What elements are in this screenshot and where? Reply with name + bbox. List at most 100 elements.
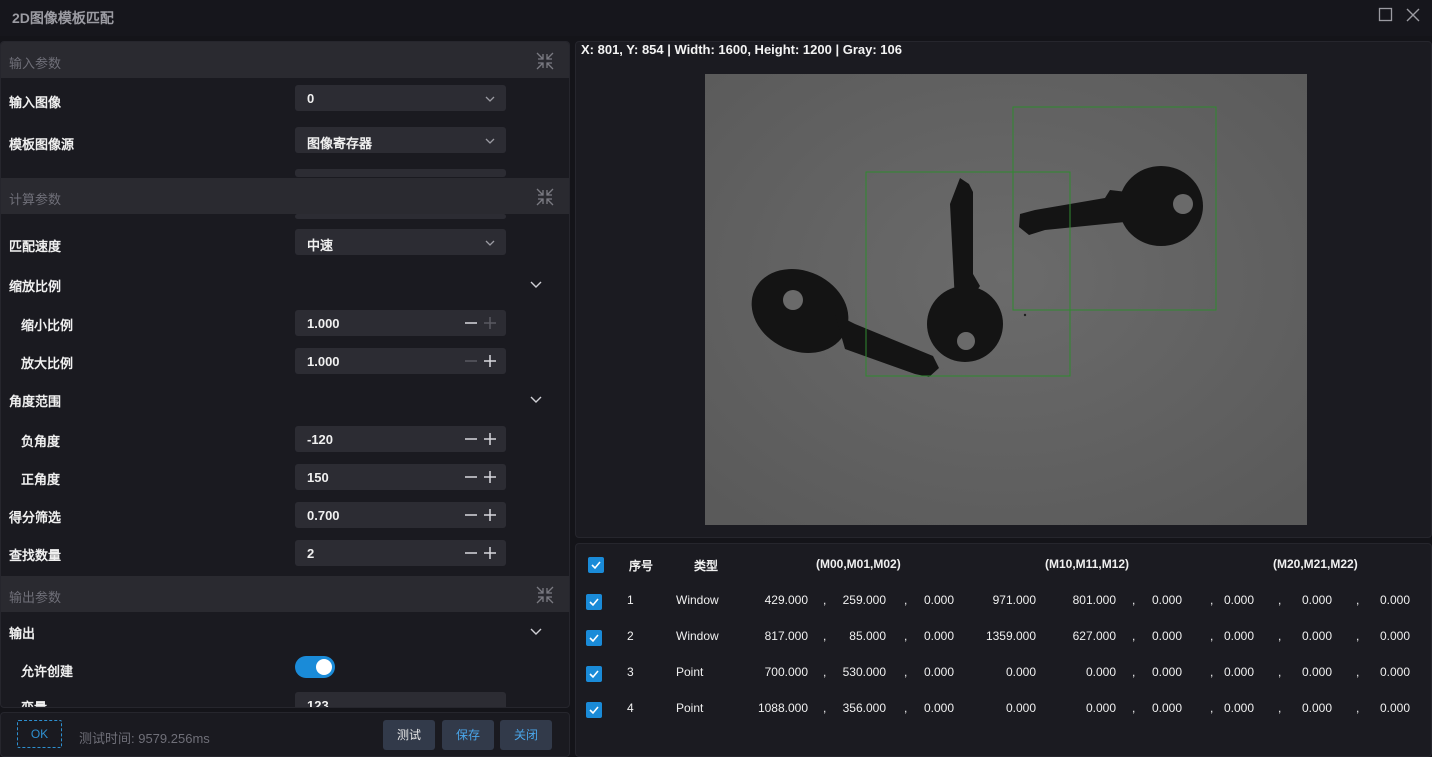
comma-separator: ,: [904, 593, 908, 607]
minus-icon[interactable]: [464, 354, 478, 368]
pixel-readout: X: 801, Y: 854 | Width: 1600, Height: 12…: [581, 42, 902, 57]
allow-create-toggle[interactable]: [295, 656, 335, 678]
score-filter-stepper[interactable]: 0.700: [295, 502, 506, 528]
allow-create-label: 允许创建: [21, 664, 74, 679]
scale-up-label: 放大比例: [21, 356, 74, 371]
matrix-cell-m00: 817.000: [764, 629, 808, 643]
close-icon[interactable]: [1404, 6, 1422, 24]
scale-down-value: 1.000: [307, 316, 340, 331]
matrix-cell-m20: 0.000: [1223, 629, 1254, 643]
comma-separator: ,: [1278, 665, 1282, 679]
comma-separator: ,: [823, 629, 827, 643]
comma-separator: ,: [1356, 593, 1360, 607]
find-count-stepper[interactable]: 2: [295, 540, 506, 566]
matrix-cell-m10: 0.000: [1005, 701, 1036, 715]
matrix-cell-m01: 259.000: [842, 593, 886, 607]
match-speed-select[interactable]: 中速: [295, 229, 506, 255]
minus-icon[interactable]: [464, 316, 478, 330]
plus-icon[interactable]: [483, 316, 497, 330]
score-filter-label: 得分筛选: [9, 510, 62, 525]
match-speed-label: 匹配速度: [9, 239, 62, 254]
output-group-label: 输出: [9, 626, 36, 641]
template-source-value: 图像寄存器: [307, 136, 373, 151]
matrix-cell-m12: 0.000: [1151, 629, 1182, 643]
variable-input[interactable]: 123: [295, 692, 506, 708]
input-section-title: 输入参数: [9, 56, 62, 71]
row-checkbox[interactable]: [586, 630, 602, 646]
row-type: Point: [676, 665, 704, 679]
plus-icon[interactable]: [483, 432, 497, 446]
matrix-cell-m02: 0.000: [923, 593, 954, 607]
input-section-header[interactable]: 输入参数: [1, 42, 569, 78]
plus-icon[interactable]: [483, 354, 497, 368]
maximize-icon[interactable]: [1377, 6, 1395, 24]
input-image-select[interactable]: 0: [295, 85, 506, 111]
result-image[interactable]: [705, 74, 1307, 525]
window-title: 2D图像模板匹配: [12, 10, 114, 26]
plus-icon[interactable]: [483, 508, 497, 522]
comma-separator: ,: [823, 701, 827, 715]
input-image-label: 输入图像: [9, 95, 62, 110]
header-row0: (M00,M01,M02): [816, 557, 901, 571]
matrix-cell-m01: 356.000: [842, 701, 886, 715]
row-checkbox[interactable]: [586, 666, 602, 682]
variable-value: 123: [307, 698, 329, 708]
scale-down-stepper[interactable]: 1.000: [295, 310, 506, 336]
row-type: Window: [676, 593, 719, 607]
row-checkbox[interactable]: [586, 702, 602, 718]
find-count-value: 2: [307, 546, 315, 561]
select-all-checkbox[interactable]: [588, 557, 604, 573]
matrix-cell-m20: 0.000: [1223, 665, 1254, 679]
comma-separator: ,: [823, 665, 827, 679]
comma-separator: ,: [1278, 629, 1282, 643]
close-button[interactable]: 关闭: [500, 720, 552, 750]
ok-button[interactable]: OK: [17, 720, 62, 748]
matrix-cell-m02: 0.000: [923, 629, 954, 643]
calc-section-header[interactable]: 计算参数: [1, 178, 569, 214]
header-type: 类型: [694, 559, 719, 573]
collapse-icon[interactable]: [535, 51, 555, 71]
comma-separator: ,: [904, 701, 908, 715]
matrix-cell-m12: 0.000: [1151, 701, 1182, 715]
template-source-select[interactable]: 图像寄存器: [295, 127, 506, 153]
comma-separator: ,: [904, 629, 908, 643]
toggle-knob: [316, 659, 332, 675]
chevron-down-icon: [484, 236, 496, 248]
positive-angle-stepper[interactable]: 150: [295, 464, 506, 490]
chevron-down-icon[interactable]: [529, 392, 543, 406]
output-section-title: 输出参数: [9, 590, 62, 605]
image-viewer[interactable]: X: 801, Y: 854 | Width: 1600, Height: 12…: [575, 41, 1432, 538]
comma-separator: ,: [1132, 701, 1136, 715]
collapse-icon[interactable]: [535, 187, 555, 207]
plus-icon[interactable]: [483, 470, 497, 484]
minus-icon[interactable]: [464, 470, 478, 484]
header-index: 序号: [629, 559, 654, 573]
scale-up-stepper[interactable]: 1.000: [295, 348, 506, 374]
matrix-cell-m10: 0.000: [1005, 665, 1036, 679]
row-type: Point: [676, 701, 704, 715]
matrix-cell-m00: 700.000: [764, 665, 808, 679]
matrix-cell-m10: 971.000: [992, 593, 1036, 607]
row-checkbox[interactable]: [586, 594, 602, 610]
test-button[interactable]: 测试: [383, 720, 435, 750]
row-index: 3: [627, 665, 634, 679]
chevron-down-icon[interactable]: [529, 624, 543, 638]
positive-angle-value: 150: [307, 470, 329, 485]
matrix-cell-m00: 429.000: [764, 593, 808, 607]
chevron-down-icon[interactable]: [529, 277, 543, 291]
find-count-label: 查找数量: [9, 548, 62, 563]
comma-separator: ,: [823, 593, 827, 607]
minus-icon[interactable]: [464, 432, 478, 446]
negative-angle-value: -120: [307, 432, 334, 447]
angle-group-label: 角度范围: [9, 394, 62, 409]
score-filter-value: 0.700: [307, 508, 340, 523]
plus-icon[interactable]: [483, 546, 497, 560]
collapse-icon[interactable]: [535, 585, 555, 605]
minus-icon[interactable]: [464, 546, 478, 560]
negative-angle-stepper[interactable]: -120: [295, 426, 506, 452]
save-button[interactable]: 保存: [442, 720, 494, 750]
result-table: 序号 类型 (M00,M01,M02) (M10,M11,M12) (M20,M…: [575, 543, 1432, 757]
output-section-header[interactable]: 输出参数: [1, 576, 569, 612]
scale-up-value: 1.000: [307, 354, 340, 369]
minus-icon[interactable]: [464, 508, 478, 522]
